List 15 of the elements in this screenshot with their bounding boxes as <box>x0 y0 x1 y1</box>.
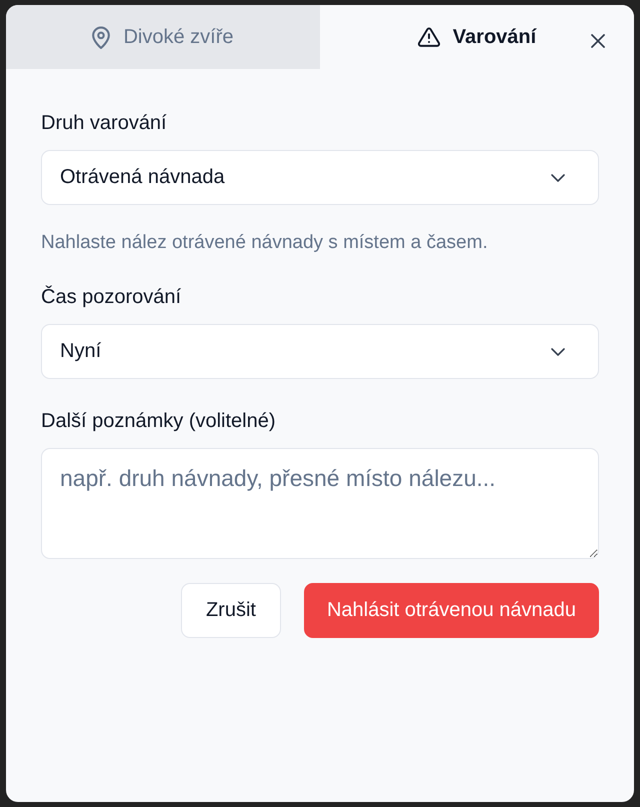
field-label: Druh varování <box>41 111 168 135</box>
chevron-down-icon <box>551 348 565 356</box>
select-field[interactable]: Otrávená návnada <box>41 150 599 205</box>
cancel-button[interactable]: Zrušit <box>180 583 281 638</box>
field-label: Čas pozorování <box>41 285 182 309</box>
warning-icon <box>418 27 440 47</box>
field-label: Další poznámky (volitelné) <box>41 409 277 433</box>
notes-field[interactable]: např. druh návnady, přesné místo nálezu... <box>41 448 599 559</box>
submit-button[interactable]: Nahlásit otrávenou návnadu <box>304 583 599 638</box>
select-field[interactable]: Nyní <box>41 324 599 379</box>
close-icon <box>591 34 605 48</box>
map-pin-icon <box>92 26 110 48</box>
help-text: Nahlaste nález otrávené návnady s místem a časem. <box>41 231 489 255</box>
chevron-down-icon <box>551 174 565 182</box>
tab[interactable]: Divoké zvíře <box>6 5 320 69</box>
